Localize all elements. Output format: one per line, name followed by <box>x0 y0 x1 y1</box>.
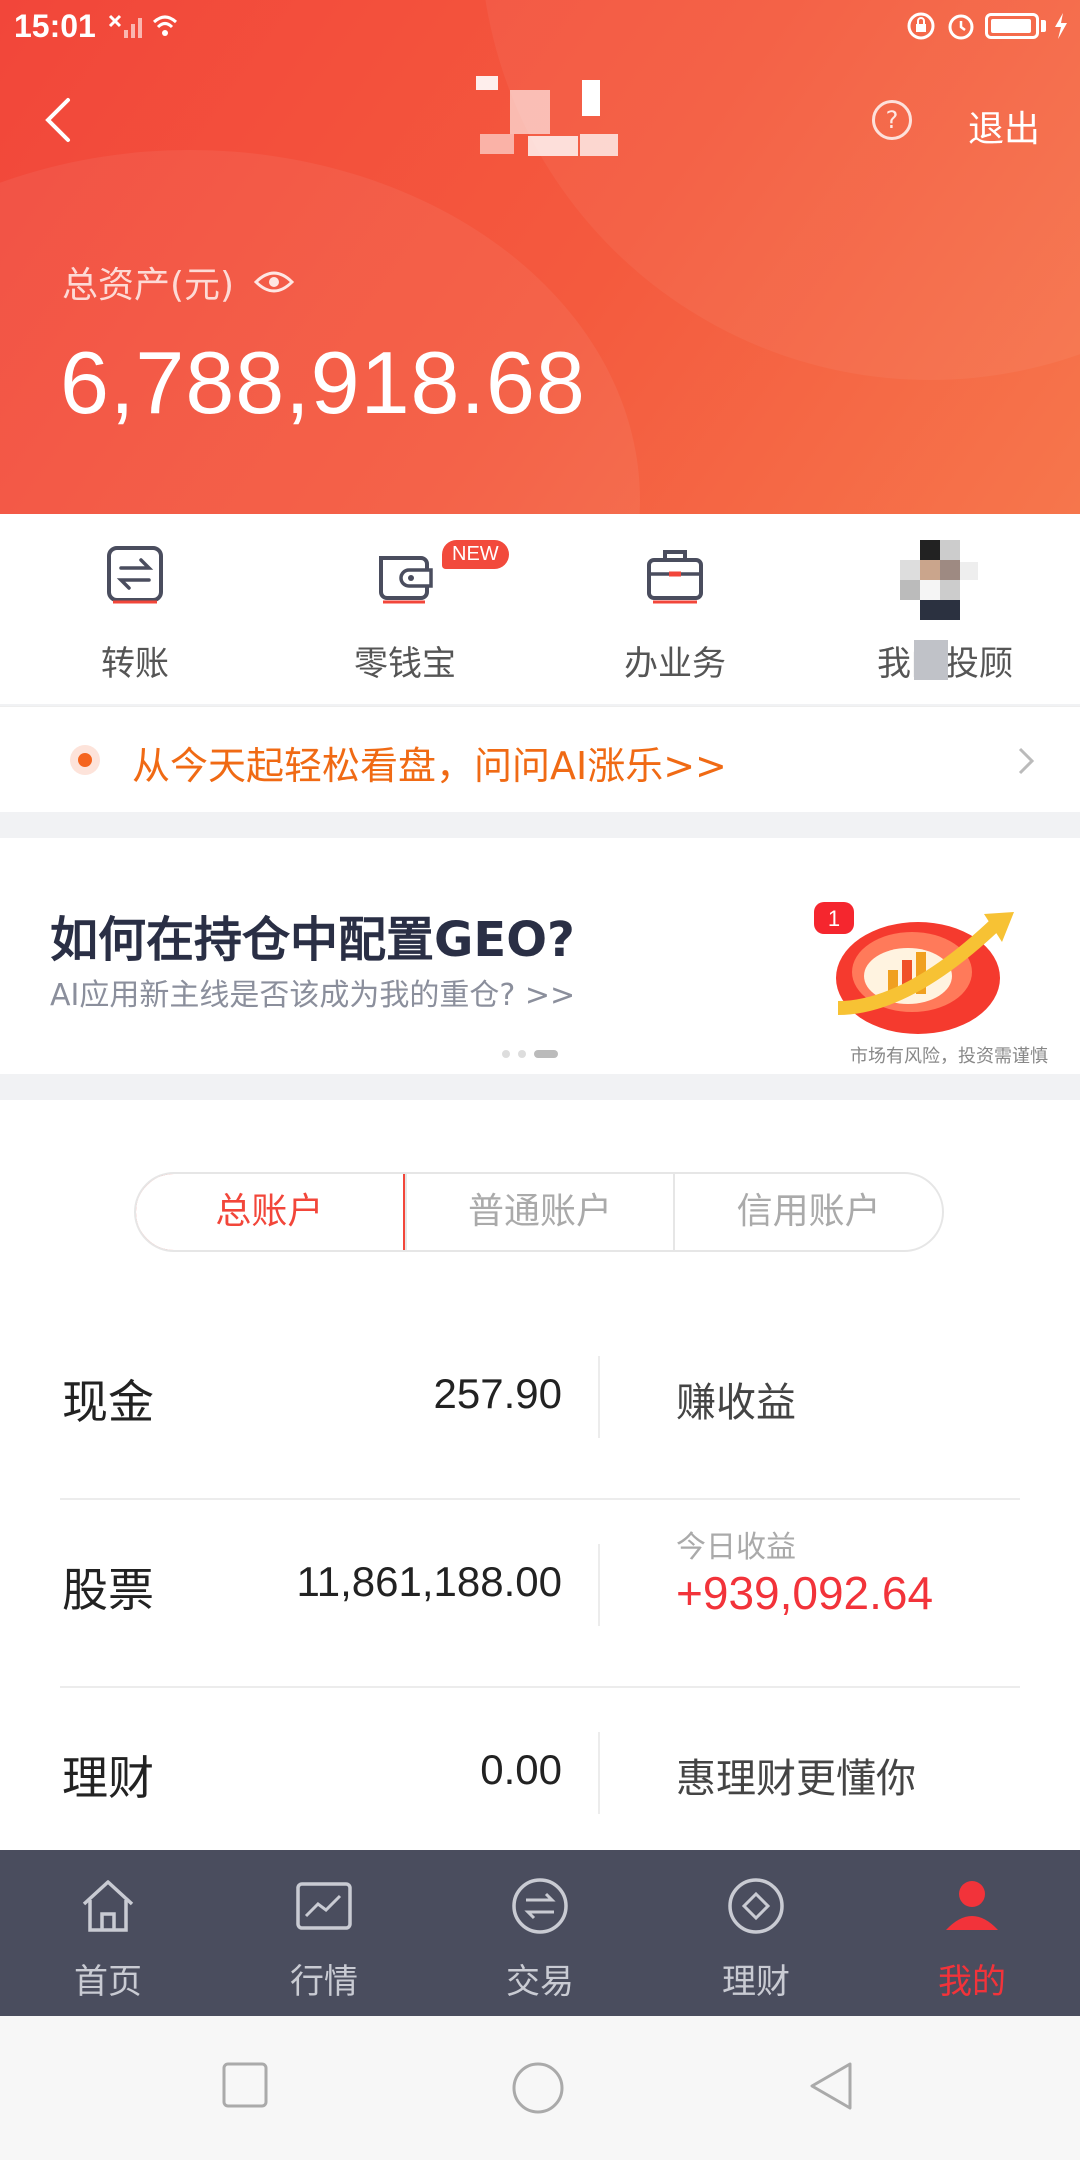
account-row-cash[interactable]: 现金 257.90 赚收益 <box>60 1312 1020 1500</box>
total-assets-value: 6,788,918.68 <box>60 333 586 432</box>
chevron-right-icon <box>1018 747 1035 775</box>
app-screen: 15:01 ? 退出 总资产(元) 6,788,918.68 转账 零钱宝 办业… <box>0 0 1080 2160</box>
transfer-icon <box>107 546 163 604</box>
action-label: 转账 <box>101 644 169 684</box>
nav-wealth[interactable]: 理财 <box>648 1850 864 2016</box>
market-chart-icon <box>296 1882 352 1930</box>
account-name-redacted <box>460 76 620 156</box>
carousel-indicator <box>502 1050 558 1058</box>
bottom-navigation: 首页 行情 交易 理财 我的 <box>0 1850 1080 2016</box>
back-nav-button[interactable] <box>806 2060 858 2112</box>
row-name: 现金 <box>62 1375 154 1429</box>
risk-disclaimer: 市场有风险，投资需谨慎 <box>850 1046 1048 1067</box>
charging-icon <box>1055 13 1067 39</box>
status-bar: 15:01 <box>0 0 1080 56</box>
action-business[interactable]: 办业务 <box>540 514 810 704</box>
new-badge: NEW <box>442 540 509 569</box>
row-value: 257.90 <box>433 1370 562 1417</box>
help-button[interactable]: ? <box>872 100 912 140</box>
account-header: 15:01 ? 退出 总资产(元) 6,788,918.68 <box>0 0 1080 514</box>
signal-icon <box>108 14 178 38</box>
logout-button[interactable]: 退出 <box>968 100 1040 152</box>
wealth-icon <box>728 1878 784 1934</box>
dot-icon <box>70 745 100 775</box>
tab-credit-account[interactable]: 信用账户 <box>673 1174 942 1250</box>
system-navigation-bar <box>0 2016 1080 2160</box>
total-assets-label: 总资产(元) <box>62 265 235 306</box>
promo-chart-illustration: 1 <box>814 902 1014 1034</box>
lock-rotation-icon <box>907 12 935 40</box>
row-value: 0.00 <box>480 1746 562 1793</box>
back-button[interactable] <box>38 92 82 148</box>
nav-market[interactable]: 行情 <box>216 1850 432 2016</box>
tab-normal-account[interactable]: 普通账户 <box>404 1174 674 1250</box>
promo-subtitle: AI应用新主线是否该成为我的重仓? >> <box>50 978 576 1013</box>
wealth-promo-link[interactable]: 惠理财更懂你 <box>676 1746 916 1804</box>
profile-icon <box>946 1881 998 1930</box>
nav-label: 我的 <box>938 1962 1006 2002</box>
action-transfer[interactable]: 转账 <box>0 514 270 704</box>
action-label: 办业务 <box>624 644 726 684</box>
action-label: 零钱宝 <box>354 644 456 684</box>
briefcase-icon <box>647 550 703 604</box>
nav-label: 行情 <box>290 1962 358 2002</box>
trade-icon <box>512 1878 568 1934</box>
ai-banner-text: 从今天起轻松看盘，问问AI涨乐>> <box>132 744 727 788</box>
home-icon <box>82 1880 134 1932</box>
battery-icon <box>985 13 1039 39</box>
promo-badge-number: 1 <box>828 906 840 931</box>
ai-assistant-banner[interactable]: 从今天起轻松看盘，问问AI涨乐>> <box>0 706 1080 812</box>
nav-trade[interactable]: 交易 <box>432 1850 648 2016</box>
nav-label: 首页 <box>74 1962 142 2002</box>
wallet-icon <box>379 556 433 604</box>
account-row-wealth[interactable]: 理财 0.00 惠理财更懂你 <box>60 1688 1020 1876</box>
promo-title: 如何在持仓中配置GEO? <box>50 912 575 968</box>
alarm-icon <box>948 14 974 40</box>
nav-home[interactable]: 首页 <box>0 1850 216 2016</box>
today-profit-value: +939,092.64 <box>676 1567 934 1619</box>
tab-total-account[interactable]: 总账户 <box>136 1174 405 1250</box>
account-row-stocks[interactable]: 股票 11,861,188.00 今日收益 +939,092.64 <box>60 1500 1020 1688</box>
row-name: 股票 <box>62 1563 154 1617</box>
row-value: 11,861,188.00 <box>296 1558 562 1605</box>
accounts-panel: 总账户 普通账户 信用账户 现金 257.90 赚收益 股票 11,861,18… <box>0 1100 1080 1876</box>
promo-banner[interactable]: 如何在持仓中配置GEO? AI应用新主线是否该成为我的重仓? >> 1 市场有风… <box>0 838 1080 1074</box>
eye-icon[interactable] <box>254 268 295 296</box>
nav-label: 交易 <box>506 1962 574 2002</box>
advisor-avatar[interactable] <box>898 540 982 680</box>
recent-apps-button[interactable] <box>220 2060 270 2110</box>
today-profit-label: 今日收益 <box>676 1530 796 1565</box>
account-tabs: 总账户 普通账户 信用账户 <box>134 1172 944 1252</box>
status-time: 15:01 <box>14 8 96 44</box>
earn-returns-link[interactable]: 赚收益 <box>676 1370 796 1428</box>
home-button[interactable] <box>510 2060 566 2116</box>
row-name: 理财 <box>62 1751 154 1805</box>
nav-profile[interactable]: 我的 <box>864 1850 1080 2016</box>
nav-label: 理财 <box>722 1962 790 2002</box>
